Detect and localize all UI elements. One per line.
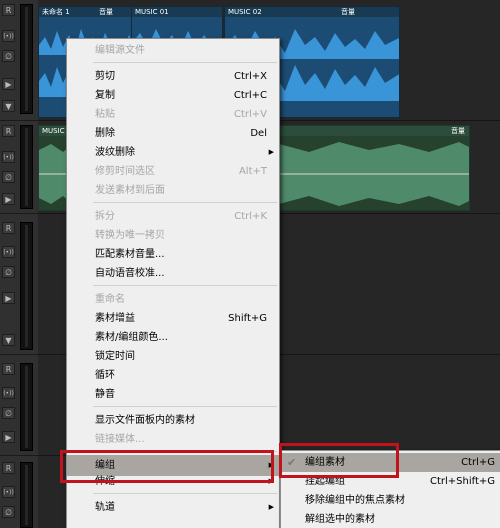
clip-name: MUSIC 02: [228, 8, 262, 16]
menu-separator: [93, 406, 277, 407]
monitor-input-button[interactable]: (•)): [2, 30, 15, 42]
clip-volume-label: 音量: [99, 8, 113, 16]
track-expand-button[interactable]: ▶: [2, 431, 15, 443]
arm-record-button[interactable]: R: [2, 125, 15, 137]
submenu-item-suspend-group[interactable]: 挂起编组 Ctrl+Shift+G: [281, 472, 500, 491]
menu-item-cut[interactable]: 剪切 Ctrl+X: [67, 67, 279, 86]
phase-invert-button[interactable]: ∅: [2, 171, 15, 183]
menu-item-track[interactable]: 轨道 ▶: [67, 498, 279, 517]
menu-item-trim-time-selection[interactable]: 修剪时间选区 Alt+T: [67, 162, 279, 181]
track-expand-button[interactable]: ▶: [2, 78, 15, 90]
arm-record-button[interactable]: R: [2, 363, 15, 375]
level-meter: [20, 222, 33, 350]
menu-item-edit-source[interactable]: 编辑源文件: [67, 41, 279, 60]
menu-item-stretch[interactable]: 伸缩 ▶: [67, 472, 279, 491]
menu-separator: [93, 493, 277, 494]
menu-item-mute[interactable]: 静音: [67, 385, 279, 404]
group-submenu: ✔ 编组素材 Ctrl+G 挂起编组 Ctrl+Shift+G 移除编组中的焦点素材 …: [280, 450, 500, 528]
menu-item-lock-time[interactable]: 锁定时间: [67, 347, 279, 366]
menu-item-clip-gain[interactable]: 素材增益 Shift+G: [67, 309, 279, 328]
arm-record-button[interactable]: R: [2, 462, 15, 474]
track-5-header: R (•)) ∅: [0, 456, 38, 528]
clip-name: MUSIC 01: [135, 8, 169, 16]
arm-record-button[interactable]: R: [2, 4, 15, 16]
track-expand-button[interactable]: ▶: [2, 193, 15, 205]
menu-item-show-in-files-panel[interactable]: 显示文件面板内的素材: [67, 411, 279, 430]
track-3-header: R (•)) ∅ ▶ ▼: [0, 214, 38, 355]
menu-item-rename[interactable]: 重命名: [67, 290, 279, 309]
menu-separator: [93, 285, 277, 286]
menu-item-paste[interactable]: 粘贴 Ctrl+V: [67, 105, 279, 124]
phase-invert-button[interactable]: ∅: [2, 266, 15, 278]
menu-item-ripple-delete[interactable]: 波纹删除 ▶: [67, 143, 279, 162]
track-collapse-button[interactable]: ▼: [2, 334, 15, 346]
menu-item-link-media[interactable]: 链接媒体...: [67, 430, 279, 449]
clip-volume-label: 音量: [341, 8, 355, 16]
submenu-arrow-icon: ▶: [268, 148, 274, 156]
clip-context-menu: 编辑源文件 剪切 Ctrl+X 复制 Ctrl+C 粘贴 Ctrl+V 删除 Del 波…: [66, 38, 280, 528]
monitor-input-button[interactable]: (•)): [2, 387, 15, 399]
menu-separator: [93, 202, 277, 203]
menu-item-clip-group-color[interactable]: 素材/编组颜色...: [67, 328, 279, 347]
submenu-item-remove-focus-clip[interactable]: 移除编组中的焦点素材: [281, 491, 500, 510]
level-meter: [20, 363, 33, 451]
multitrack-editor: R (•)) ∅ ▶ ▼ 未命名 1 音量 MUSIC 01 MUSIC 02 …: [0, 0, 500, 528]
phase-invert-button[interactable]: ∅: [2, 407, 15, 419]
menu-item-auto-speech-align[interactable]: 自动语音校准...: [67, 264, 279, 283]
clip-name: MUSIC: [42, 127, 65, 135]
menu-item-convert-unique-copy[interactable]: 转换为唯一拷贝: [67, 226, 279, 245]
phase-invert-button[interactable]: ∅: [2, 506, 15, 518]
track-4-header: R (•)) ∅ ▶: [0, 355, 38, 456]
submenu-item-ungroup-selected[interactable]: 解组选中的素材: [281, 510, 500, 528]
submenu-item-group-clips[interactable]: ✔ 编组素材 Ctrl+G: [281, 453, 500, 472]
level-meter: [20, 125, 33, 209]
submenu-arrow-icon: ▶: [268, 477, 274, 485]
monitor-input-button[interactable]: (•)): [2, 486, 15, 498]
track-expand-button[interactable]: ▶: [2, 292, 15, 304]
track-collapse-button[interactable]: ▼: [2, 100, 15, 112]
menu-item-split[interactable]: 拆分 Ctrl+K: [67, 207, 279, 226]
menu-item-loop[interactable]: 循环: [67, 366, 279, 385]
clip-volume-label: 音量: [451, 127, 465, 135]
level-meter: [20, 462, 33, 528]
level-meter: [20, 4, 33, 114]
checkmark-icon: ✔: [287, 456, 297, 469]
menu-item-delete[interactable]: 删除 Del: [67, 124, 279, 143]
phase-invert-button[interactable]: ∅: [2, 50, 15, 62]
menu-item-copy[interactable]: 复制 Ctrl+C: [67, 86, 279, 105]
track-2-header: R (•)) ∅ ▶: [0, 121, 38, 214]
submenu-arrow-icon: ▶: [268, 503, 274, 511]
track-1-header: R (•)) ∅ ▶ ▼: [0, 0, 38, 121]
menu-item-match-clip-volume[interactable]: 匹配素材音量...: [67, 245, 279, 264]
monitor-input-button[interactable]: (•)): [2, 246, 15, 258]
menu-item-send-clip-back[interactable]: 发送素材到后面: [67, 181, 279, 200]
clip-name: 未命名 1: [42, 8, 70, 16]
menu-separator: [93, 451, 277, 452]
menu-separator: [93, 62, 277, 63]
arm-record-button[interactable]: R: [2, 222, 15, 234]
monitor-input-button[interactable]: (•)): [2, 151, 15, 163]
